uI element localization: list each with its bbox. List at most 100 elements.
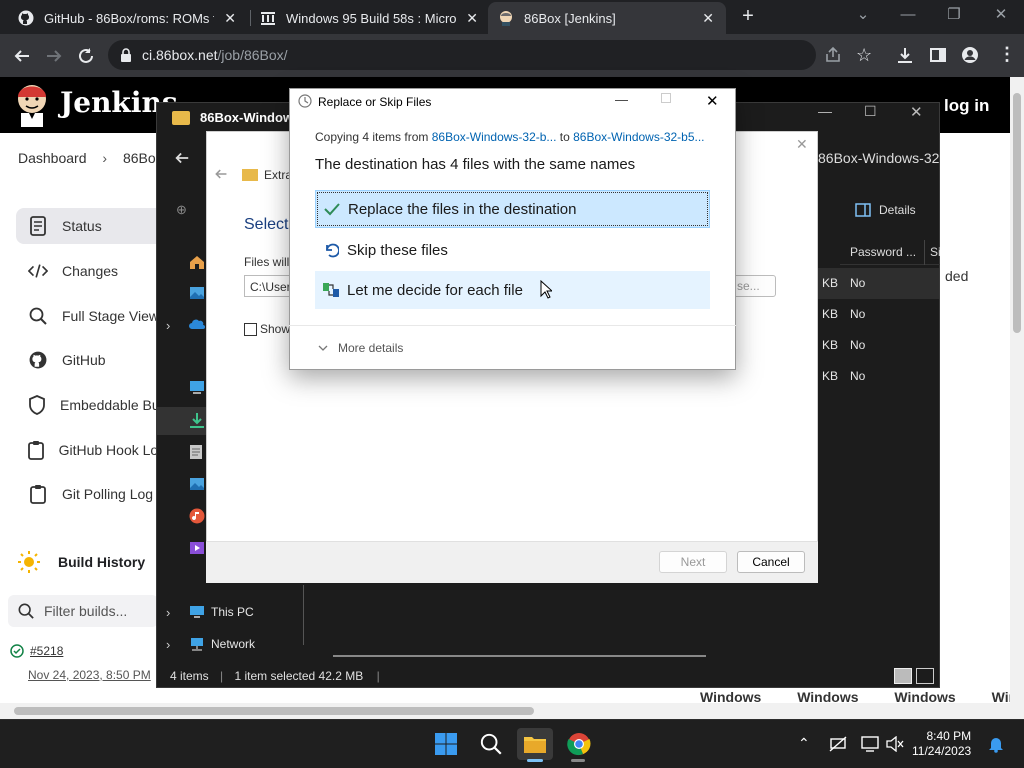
jenkins-logo-icon[interactable] bbox=[15, 83, 49, 127]
url-text[interactable]: ci.86box.net/job/86Box/ bbox=[142, 47, 288, 63]
network-disconnected-icon[interactable] bbox=[829, 736, 847, 752]
build-number-link[interactable]: #5218 bbox=[30, 644, 63, 658]
chevron-right-icon[interactable]: › bbox=[166, 637, 170, 652]
music-icon[interactable] bbox=[189, 508, 205, 524]
build-date-link[interactable]: Nov 24, 2023, 8:50 PM bbox=[28, 668, 151, 682]
archive-icon bbox=[260, 10, 276, 26]
scrollbar-thumb[interactable] bbox=[14, 707, 534, 715]
show-files-checkbox[interactable]: Show bbox=[244, 322, 290, 336]
forward-arrow-icon[interactable] bbox=[43, 45, 65, 67]
maximize-icon[interactable]: ☐ bbox=[864, 103, 877, 120]
file-explorer-taskbar-icon[interactable] bbox=[517, 728, 553, 760]
close-window-icon[interactable]: ✕ bbox=[910, 103, 923, 121]
tab-jenkins[interactable]: 86Box [Jenkins] ✕ bbox=[488, 2, 726, 34]
minimize-icon[interactable]: — bbox=[818, 103, 832, 119]
close-icon[interactable]: ✕ bbox=[466, 10, 478, 27]
back-arrow-icon[interactable] bbox=[174, 150, 190, 166]
build-history-heading[interactable]: Build History bbox=[18, 551, 145, 573]
documents-icon[interactable] bbox=[189, 444, 203, 460]
display-icon[interactable] bbox=[861, 736, 879, 752]
close-icon[interactable]: ✕ bbox=[224, 10, 236, 27]
share-icon[interactable] bbox=[824, 46, 842, 64]
back-arrow-icon[interactable] bbox=[11, 45, 33, 67]
volume-muted-icon[interactable] bbox=[886, 736, 904, 752]
new-tab-button[interactable]: + bbox=[738, 6, 758, 26]
pictures-icon[interactable] bbox=[189, 476, 205, 492]
minimize-icon[interactable]: — bbox=[615, 92, 628, 107]
reload-icon[interactable] bbox=[75, 45, 97, 67]
bookmark-star-icon[interactable]: ☆ bbox=[856, 45, 872, 66]
skip-files-option[interactable]: Skip these files bbox=[315, 231, 710, 269]
tab-search-chevron-icon[interactable]: ⌄ bbox=[848, 2, 878, 28]
onedrive-icon[interactable] bbox=[189, 318, 205, 330]
github-icon bbox=[28, 350, 48, 370]
taskbar-search-icon[interactable] bbox=[473, 728, 509, 760]
nav-item-this-pc[interactable]: This PC bbox=[189, 605, 254, 619]
lock-icon[interactable] bbox=[120, 48, 132, 62]
close-window-icon[interactable]: ✕ bbox=[986, 2, 1016, 28]
details-button[interactable]: Details bbox=[855, 203, 916, 217]
gallery-icon[interactable] bbox=[189, 285, 205, 301]
close-icon[interactable]: ✕ bbox=[796, 136, 808, 153]
side-panel-icon[interactable] bbox=[929, 46, 947, 64]
decide-each-file-option[interactable]: Let me decide for each file bbox=[315, 271, 710, 309]
details-view-icon[interactable] bbox=[894, 668, 912, 684]
sidebar-item-status[interactable]: Status bbox=[16, 208, 166, 244]
scrollbar-thumb[interactable] bbox=[1013, 93, 1021, 333]
explorer-address-text[interactable]: 86Box-Windows-32-b bbox=[818, 150, 939, 172]
column-header-password[interactable]: Password ... bbox=[850, 245, 916, 259]
destination-path-input[interactable]: C:\User bbox=[244, 275, 294, 297]
file-row[interactable]: KB No bbox=[818, 361, 939, 392]
login-link[interactable]: log in bbox=[944, 96, 989, 116]
chevron-right-icon[interactable]: › bbox=[166, 318, 170, 333]
chevron-up-icon[interactable]: ⌃ bbox=[798, 735, 810, 752]
taskbar-clock[interactable]: 8:40 PM 11/24/2023 bbox=[912, 729, 971, 759]
file-row[interactable]: KB No bbox=[818, 330, 939, 361]
download-icon[interactable] bbox=[896, 46, 914, 64]
downloads-icon[interactable] bbox=[189, 412, 205, 428]
chevron-right-icon[interactable]: › bbox=[166, 605, 170, 620]
next-button[interactable]: Next bbox=[659, 551, 727, 573]
tiles-view-icon[interactable] bbox=[916, 668, 934, 684]
destination-folder-link[interactable]: 86Box-Windows-32-b5... bbox=[573, 130, 704, 144]
notification-bell-icon[interactable] bbox=[987, 735, 1005, 753]
profile-icon[interactable] bbox=[961, 46, 979, 64]
chrome-taskbar-icon[interactable] bbox=[561, 728, 597, 760]
conflict-heading: The destination has 4 files with the sam… bbox=[315, 156, 636, 173]
horizontal-scrollbar[interactable] bbox=[0, 703, 1010, 719]
sidebar-item-embeddable-build-status[interactable]: Embeddable Build Status bbox=[16, 387, 217, 423]
new-item-icon[interactable]: ⊕ bbox=[176, 202, 187, 218]
tab-github[interactable]: GitHub - 86Box/roms: ROMs for ✕ bbox=[8, 2, 248, 34]
home-icon[interactable] bbox=[189, 254, 205, 270]
sidebar-item-github-hook-log[interactable]: GitHub Hook Log bbox=[16, 432, 166, 468]
checkbox-box[interactable] bbox=[244, 322, 257, 336]
sidebar-item-git-polling-log[interactable]: Git Polling Log bbox=[16, 476, 166, 512]
column-header-size[interactable]: Si bbox=[930, 245, 941, 259]
sidebar-item-github[interactable]: GitHub bbox=[16, 342, 166, 378]
close-icon[interactable]: ✕ bbox=[702, 10, 714, 27]
back-arrow-icon[interactable] bbox=[214, 167, 228, 181]
menu-kebab-icon[interactable]: ⋮ bbox=[998, 44, 1016, 65]
close-icon[interactable]: ✕ bbox=[706, 92, 719, 110]
videos-icon[interactable] bbox=[189, 540, 205, 556]
minimize-icon[interactable]: — bbox=[893, 2, 923, 28]
sidebar-item-changes[interactable]: Changes bbox=[16, 253, 166, 289]
tab-archive[interactable]: Windows 95 Build 58s : Microso ✕ bbox=[250, 2, 490, 34]
restore-icon[interactable]: ❐ bbox=[939, 2, 969, 28]
start-button[interactable] bbox=[428, 728, 464, 760]
vertical-scrollbar[interactable] bbox=[1010, 77, 1024, 719]
nav-item-network[interactable]: Network bbox=[189, 637, 255, 651]
desktop-icon[interactable] bbox=[189, 380, 205, 394]
sidebar-item-full-stage-view[interactable]: Full Stage View bbox=[16, 298, 166, 334]
more-details-toggle[interactable]: More details bbox=[318, 341, 403, 355]
source-folder-link[interactable]: 86Box-Windows-32-b... bbox=[432, 130, 557, 144]
build-entry[interactable]: #5218 bbox=[10, 644, 63, 658]
tab-title: 86Box [Jenkins] bbox=[524, 10, 616, 26]
replace-files-option[interactable]: Replace the files in the destination bbox=[315, 190, 710, 228]
cancel-button[interactable]: Cancel bbox=[737, 551, 805, 573]
filter-builds-input[interactable]: Filter builds... bbox=[8, 595, 158, 627]
file-row[interactable]: KB No bbox=[818, 299, 939, 330]
file-row[interactable]: KB No bbox=[818, 268, 939, 299]
horizontal-scrollbar[interactable] bbox=[333, 655, 706, 657]
breadcrumb-dashboard[interactable]: Dashboard bbox=[18, 150, 87, 166]
